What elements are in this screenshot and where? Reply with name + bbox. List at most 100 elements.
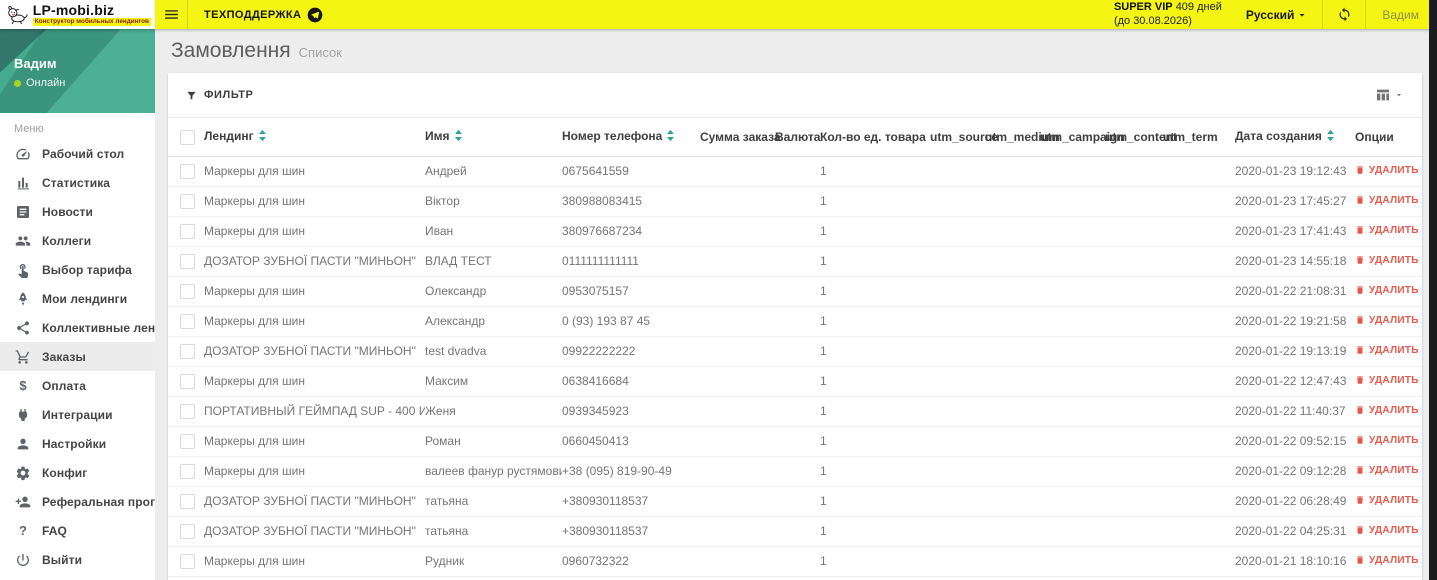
row-checkbox[interactable]	[180, 344, 195, 359]
row-checkbox[interactable]	[180, 464, 195, 479]
tariff-icon	[14, 262, 32, 278]
row-checkbox[interactable]	[180, 374, 195, 389]
delete-button[interactable]: УДАЛИТЬ	[1355, 225, 1419, 236]
cell-name: Андрей	[425, 164, 467, 178]
topbar-username[interactable]: Вадим	[1366, 0, 1437, 29]
sidebar-item-news[interactable]: Новости	[0, 197, 155, 226]
row-checkbox[interactable]	[180, 224, 195, 239]
cell-options: УДАЛИТЬ	[1355, 426, 1422, 457]
sidebar-item-my-landings[interactable]: Мои лендинги	[0, 284, 155, 313]
col-created[interactable]: Дата создания	[1235, 117, 1355, 157]
cell-options: УДАЛИТЬ	[1355, 366, 1422, 397]
sidebar-item-config[interactable]: Конфиг	[0, 458, 155, 487]
cell-utm-source	[930, 486, 985, 517]
language-selector[interactable]: Русский	[1232, 0, 1323, 29]
delete-button[interactable]: УДАЛИТЬ	[1355, 165, 1419, 176]
cell-utm-source	[930, 336, 985, 367]
cell-currency	[775, 157, 820, 187]
sidebar-item-statistics[interactable]: Статистика	[0, 168, 155, 197]
row-checkbox[interactable]	[180, 314, 195, 329]
cell-utm-campaign	[1040, 336, 1105, 367]
cell-utm-content	[1105, 336, 1163, 367]
row-checkbox[interactable]	[180, 494, 195, 509]
cell-currency	[775, 336, 820, 367]
delete-button[interactable]: УДАЛИТЬ	[1355, 435, 1419, 446]
delete-button[interactable]: УДАЛИТЬ	[1355, 555, 1419, 566]
cell-phone: 0960732322	[562, 546, 700, 577]
cell-utm-term	[1163, 186, 1235, 217]
col-landing[interactable]: Лендинг	[204, 117, 425, 157]
trash-icon	[1357, 256, 1363, 264]
col-options: Опции	[1355, 117, 1422, 157]
cell-utm-content	[1105, 216, 1163, 247]
delete-button[interactable]: УДАЛИТЬ	[1355, 315, 1419, 326]
vertical-scrollbar[interactable]	[1429, 0, 1437, 580]
sidebar-item-settings[interactable]: Настройки	[0, 429, 155, 458]
logo[interactable]: LP-mobi.biz Конструктор мобильных лендин…	[0, 0, 155, 29]
cell-utm-source	[930, 546, 985, 577]
sidebar-item-referral[interactable]: Реферальная программа	[0, 487, 194, 516]
col-utm-campaign: utm_campaign	[1040, 117, 1125, 157]
delete-button[interactable]: УДАЛИТЬ	[1355, 345, 1419, 356]
sidebar-item-tariff[interactable]: Выбор тарифа	[0, 255, 155, 284]
delete-button[interactable]: УДАЛИТЬ	[1355, 405, 1419, 416]
row-checkbox[interactable]	[180, 254, 195, 269]
sidebar-item-orders[interactable]: Заказы	[0, 342, 155, 371]
sidebar-item-faq[interactable]: ? FAQ	[0, 516, 155, 545]
table-row: ДОЗАТОР ЗУБНОЇ ПАСТИ "МИНЬОН" test dvadv…	[168, 336, 1422, 367]
hamburger-menu-button[interactable]	[155, 0, 188, 29]
support-button[interactable]: ТЕХПОДДЕРЖКА	[188, 0, 339, 29]
cell-utm-medium	[985, 157, 1040, 187]
cell-phone: +380930118537	[562, 486, 700, 517]
row-checkbox[interactable]	[180, 194, 195, 209]
cell-landing: Маркеры для шин	[204, 576, 425, 580]
cell-utm-content	[1105, 486, 1163, 517]
col-name[interactable]: Имя	[425, 117, 562, 157]
topbar: LP-mobi.biz Конструктор мобильных лендин…	[0, 0, 1437, 29]
row-checkbox[interactable]	[180, 554, 195, 569]
cell-options: УДАЛИТЬ	[1355, 157, 1422, 187]
columns-toggle-button[interactable]	[1375, 87, 1404, 103]
sort-icon	[666, 129, 675, 145]
cell-currency	[775, 216, 820, 247]
filter-button[interactable]: ФИЛЬТР	[186, 89, 253, 101]
sidebar-item-colleagues[interactable]: Коллеги	[0, 226, 155, 255]
row-checkbox[interactable]	[180, 434, 195, 449]
delete-button[interactable]: УДАЛИТЬ	[1355, 195, 1419, 206]
delete-button[interactable]: УДАЛИТЬ	[1355, 285, 1419, 296]
cell-order-sum	[700, 186, 775, 217]
select-all-checkbox[interactable]	[180, 129, 195, 145]
trash-icon	[1357, 316, 1363, 324]
sidebar-item-collective-landings[interactable]: Коллективные лендинги	[0, 313, 190, 342]
delete-button[interactable]: УДАЛИТЬ	[1355, 255, 1419, 266]
delete-button[interactable]: УДАЛИТЬ	[1355, 465, 1419, 476]
delete-button[interactable]: УДАЛИТЬ	[1355, 375, 1419, 386]
row-checkbox[interactable]	[180, 164, 195, 179]
cell-utm-content	[1105, 426, 1163, 457]
cell-currency	[775, 426, 820, 457]
cell-created: 2020-01-21 18:10:16	[1235, 546, 1355, 577]
row-checkbox[interactable]	[180, 524, 195, 539]
sidebar-item-payment[interactable]: $ Оплата	[0, 371, 155, 400]
sidebar-item-dashboard[interactable]: Рабочий стол	[0, 139, 155, 168]
sidebar-item-integrations[interactable]: Интеграции	[0, 400, 155, 429]
row-checkbox[interactable]	[180, 284, 195, 299]
cell-quantity: 1	[820, 546, 930, 577]
col-utm-source: utm_source	[930, 117, 998, 157]
delete-button[interactable]: УДАЛИТЬ	[1355, 495, 1419, 506]
table-row: ДОЗАТОР ЗУБНОЇ ПАСТИ "МИНЬОН" ВЛАД ТЕСТ …	[168, 246, 1422, 277]
cell-created: 2020-01-22 11:40:37	[1235, 396, 1355, 427]
cell-created: 2020-01-21 18:06:50	[1235, 576, 1355, 580]
trash-icon	[1357, 466, 1363, 474]
row-checkbox[interactable]	[180, 404, 195, 419]
delete-button[interactable]: УДАЛИТЬ	[1355, 525, 1419, 536]
col-phone[interactable]: Номер телефона	[562, 117, 700, 157]
cell-quantity: 1	[820, 396, 930, 427]
cell-currency	[775, 306, 820, 337]
cell-utm-source	[930, 366, 985, 397]
trash-icon	[1357, 406, 1363, 414]
logo-title: LP-mobi.biz	[32, 1, 115, 18]
sidebar-item-logout[interactable]: Выйти	[0, 545, 155, 574]
page-subtitle: Список	[298, 45, 342, 60]
refresh-button[interactable]	[1323, 0, 1365, 29]
